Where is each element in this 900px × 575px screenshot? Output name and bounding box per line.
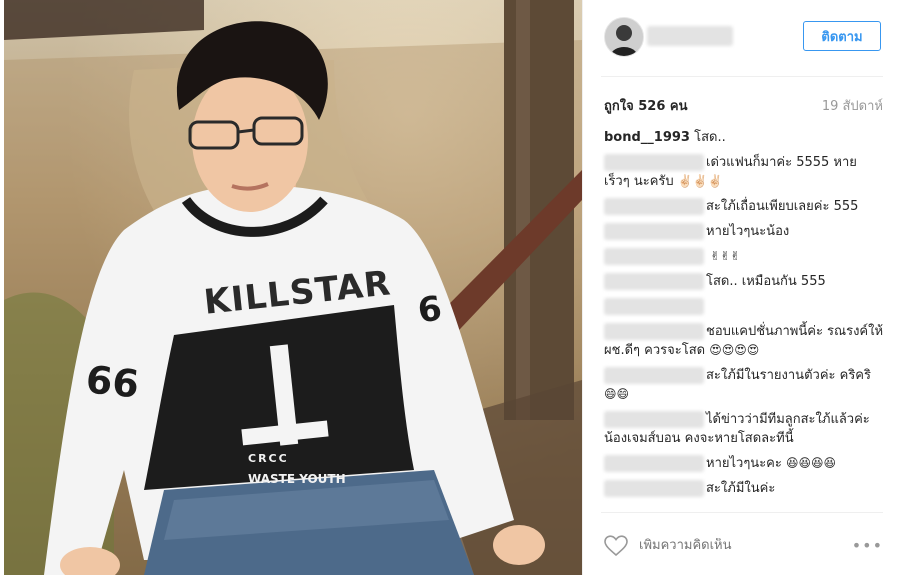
caption-text: โสด.. (694, 130, 726, 145)
post-timestamp[interactable]: 19 สัปดาห์ (822, 95, 883, 116)
comment-item (604, 297, 886, 316)
username-blurred[interactable] (647, 26, 733, 46)
comment-item: หายไวๆนะคะ 😆😆😆😆 (604, 454, 886, 473)
comment-text: หายไวๆนะคะ (706, 456, 782, 471)
heart-icon[interactable] (604, 535, 628, 557)
footer-divider (601, 512, 883, 513)
header-divider (601, 76, 883, 77)
comment-item: สะใภ้มีในค่ะ (604, 479, 886, 498)
comment-username-blurred[interactable] (604, 323, 704, 340)
add-comment-input[interactable] (639, 538, 809, 553)
comments-list: bond__1993 โสด.. เด่วแฟนก็มาค่ะ 5555 หาย… (604, 128, 886, 504)
caption-username[interactable]: bond__1993 (604, 130, 690, 145)
shirt-print-small: CRCC (248, 452, 289, 465)
comment-username-blurred[interactable] (604, 367, 704, 384)
shirt-print-number: 66 (83, 357, 142, 407)
comment-item: สะใภ้เถื่อนเพียบเลยค่ะ 555 (604, 197, 886, 216)
comment-text: หายไวๆนะน้อง (706, 224, 790, 239)
comment-emoji: 😆😆😆😆 (786, 456, 837, 470)
comment-item: สะใภ้มีในรายงานตัวค่ะ คริคริ 😄😄 (604, 366, 886, 404)
comment-text: สะใภ้เถื่อนเพียบเลยค่ะ 555 (706, 199, 859, 214)
comment-item: เด่วแฟนก็มาค่ะ 5555 หาย เร็วๆ นะครับ ✌🏻✌… (604, 153, 886, 191)
avatar[interactable] (604, 17, 644, 57)
comment-text: สะใภ้มีในค่ะ (706, 481, 776, 496)
avatar-image (605, 18, 643, 56)
comment-item: ชอบแคปชั่นภาพนี้ค่ะ รณรงค์ให้ ผช.ดีๆ ควร… (604, 322, 886, 360)
caption: bond__1993 โสด.. (604, 128, 886, 147)
comment-item: ได้ข่าวว่ามีทีมลูกสะใภ้แล้วค่ะ น้องเจมส์… (604, 410, 886, 448)
comment-item: โสด.. เหมือนกัน 555 (604, 272, 886, 291)
comment-text: สะใภ้มีในรายงานตัวค่ะ คริคริ (706, 368, 871, 383)
more-options-icon[interactable]: ••• (852, 536, 883, 555)
comment-emoji: ✌✌✌ (710, 249, 741, 263)
comment-emoji: ✌🏻✌🏻✌🏻 (677, 174, 723, 188)
shirt-print-bottom: WASTE YOUTH (248, 472, 346, 486)
comment-username-blurred[interactable] (604, 248, 704, 265)
comment-username-blurred[interactable] (604, 298, 704, 315)
comment-username-blurred[interactable] (604, 411, 704, 428)
likes-count[interactable]: ถูกใจ 526 คน (604, 95, 687, 116)
instagram-post: KILLSTAR 66 6 CRCC WASTE YOUTH ติดตาม ถู… (0, 0, 900, 575)
post-side-panel: ติดตาม ถูกใจ 526 คน 19 สัปดาห์ bond__199… (582, 0, 900, 575)
comment-username-blurred[interactable] (604, 480, 704, 497)
comment-item: หายไวๆนะน้อง (604, 222, 886, 241)
comment-text: โสด.. เหมือนกัน 555 (706, 274, 826, 289)
comment-emoji: 😍😍😍😍 (709, 343, 760, 357)
comment-username-blurred[interactable] (604, 198, 704, 215)
comment-username-blurred[interactable] (604, 223, 704, 240)
comment-emoji: 😄😄 (604, 387, 630, 401)
comment-username-blurred[interactable] (604, 455, 704, 472)
follow-button[interactable]: ติดตาม (803, 21, 881, 51)
post-photo[interactable]: KILLSTAR 66 6 CRCC WASTE YOUTH (4, 0, 582, 575)
comment-bar: ••• (583, 522, 900, 575)
post-header: ติดตาม (583, 0, 900, 76)
comment-item: ✌✌✌ (604, 247, 886, 266)
comment-username-blurred[interactable] (604, 273, 704, 290)
comment-username-blurred[interactable] (604, 154, 704, 171)
